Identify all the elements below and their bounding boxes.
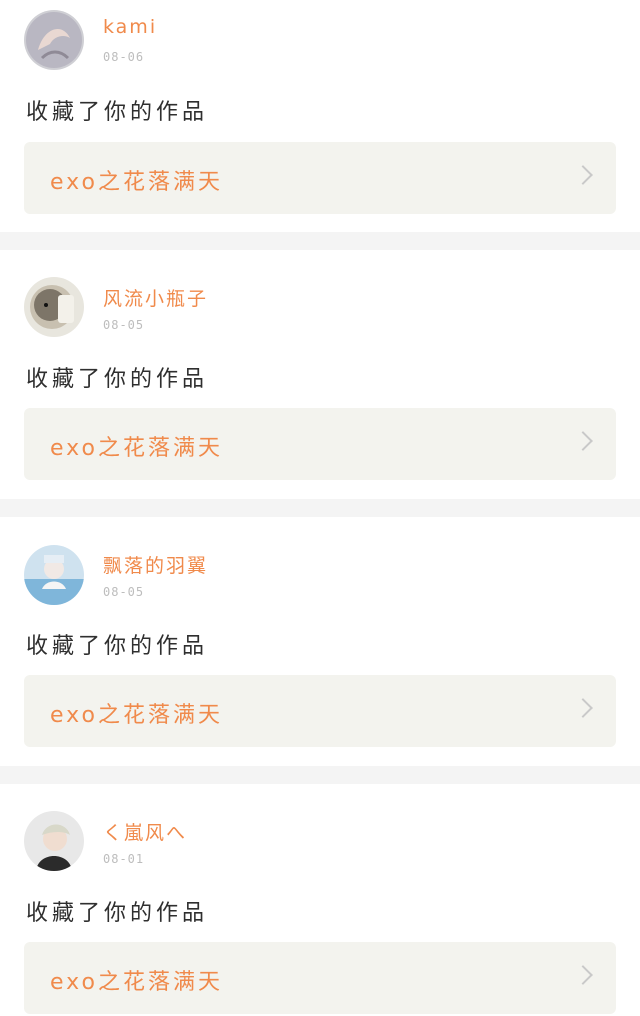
work-link[interactable]: exo之花落满天 [24,142,616,214]
avatar[interactable] [24,10,84,70]
timestamp: 08-01 [103,852,145,866]
work-title: exo之花落满天 [50,970,223,995]
work-link[interactable]: exo之花落满天 [24,675,616,747]
chevron-right-icon [573,698,593,718]
notification-card: 飘落的羽翼 08-05 收藏了你的作品 exo之花落满天 [0,517,640,749]
username[interactable]: く嵐风へ [103,818,187,845]
work-link[interactable]: exo之花落满天 [24,942,616,1014]
card-separator [0,766,640,784]
work-link[interactable]: exo之花落满天 [24,408,616,480]
avatar[interactable] [24,545,84,605]
username[interactable]: 飘落的羽翼 [103,551,208,578]
notification-card: kami 08-06 收藏了你的作品 exo之花落满天 [0,0,640,232]
chevron-right-icon [573,165,593,185]
activity-text: 收藏了你的作品 [26,367,209,392]
notification-card: く嵐风へ 08-01 收藏了你的作品 exo之花落满天 [0,784,640,1016]
work-title: exo之花落满天 [50,436,223,461]
timestamp: 08-06 [103,50,145,64]
notification-card: 风流小瓶子 08-05 收藏了你的作品 exo之花落满天 [0,250,640,482]
chevron-right-icon [573,965,593,985]
avatar[interactable] [24,811,84,871]
work-title: exo之花落满天 [50,703,223,728]
activity-text: 收藏了你的作品 [26,100,209,125]
timestamp: 08-05 [103,585,145,599]
activity-text: 收藏了你的作品 [26,901,209,926]
timestamp: 08-05 [103,318,145,332]
card-separator [0,499,640,517]
username[interactable]: 风流小瓶子 [103,284,208,311]
avatar[interactable] [24,277,84,337]
card-separator [0,232,640,250]
chevron-right-icon [573,431,593,451]
username[interactable]: kami [103,16,157,38]
activity-text: 收藏了你的作品 [26,634,209,659]
work-title: exo之花落满天 [50,170,223,195]
